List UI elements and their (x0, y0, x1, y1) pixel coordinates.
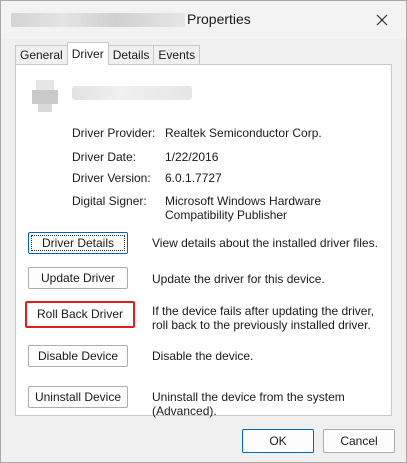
driver-date-label: Driver Date: (72, 150, 137, 164)
disable-device-button[interactable]: Disable Device (28, 345, 128, 367)
properties-window: Properties General Driver Details Events… (0, 0, 407, 463)
tab-details[interactable]: Details (107, 45, 155, 65)
driver-version-label: Driver Version: (72, 171, 151, 185)
driver-tab-panel: Driver Provider: Realtek Semiconductor C… (15, 64, 392, 418)
update-driver-description: Update the driver for this device. (152, 272, 325, 286)
ok-button[interactable]: OK (242, 429, 314, 453)
window-title: Properties (187, 11, 251, 27)
uninstall-device-description: Uninstall the device from the system (Ad… (152, 390, 345, 418)
uninstall-device-button[interactable]: Uninstall Device (28, 386, 128, 408)
update-driver-button[interactable]: Update Driver (28, 267, 128, 289)
driver-details-button[interactable]: Driver Details (28, 232, 128, 254)
title-bar: Properties (1, 1, 406, 39)
device-name-redacted (72, 86, 192, 100)
driver-provider-value: Realtek Semiconductor Corp. (165, 126, 322, 140)
tab-driver[interactable]: Driver (66, 42, 109, 65)
device-icon (32, 80, 62, 112)
roll-back-driver-button[interactable]: Roll Back Driver (29, 304, 131, 326)
roll-back-driver-description: If the device fails after updating the d… (152, 304, 375, 332)
device-title-redacted (11, 13, 185, 27)
tab-events[interactable]: Events (153, 45, 201, 65)
close-icon (376, 14, 388, 26)
digital-signer-value: Microsoft Windows Hardware Compatibility… (165, 194, 322, 222)
tab-bar: General Driver Details Events (15, 42, 201, 65)
driver-date-value: 1/22/2016 (165, 150, 219, 164)
driver-details-description: View details about the installed driver … (152, 236, 378, 250)
driver-provider-label: Driver Provider: (72, 126, 156, 140)
driver-version-value: 6.0.1.7727 (165, 171, 222, 185)
disable-device-description: Disable the device. (152, 349, 254, 363)
tab-general[interactable]: General (15, 45, 68, 65)
cancel-button[interactable]: Cancel (323, 429, 395, 453)
close-button[interactable] (368, 7, 396, 33)
digital-signer-label: Digital Signer: (72, 194, 147, 208)
